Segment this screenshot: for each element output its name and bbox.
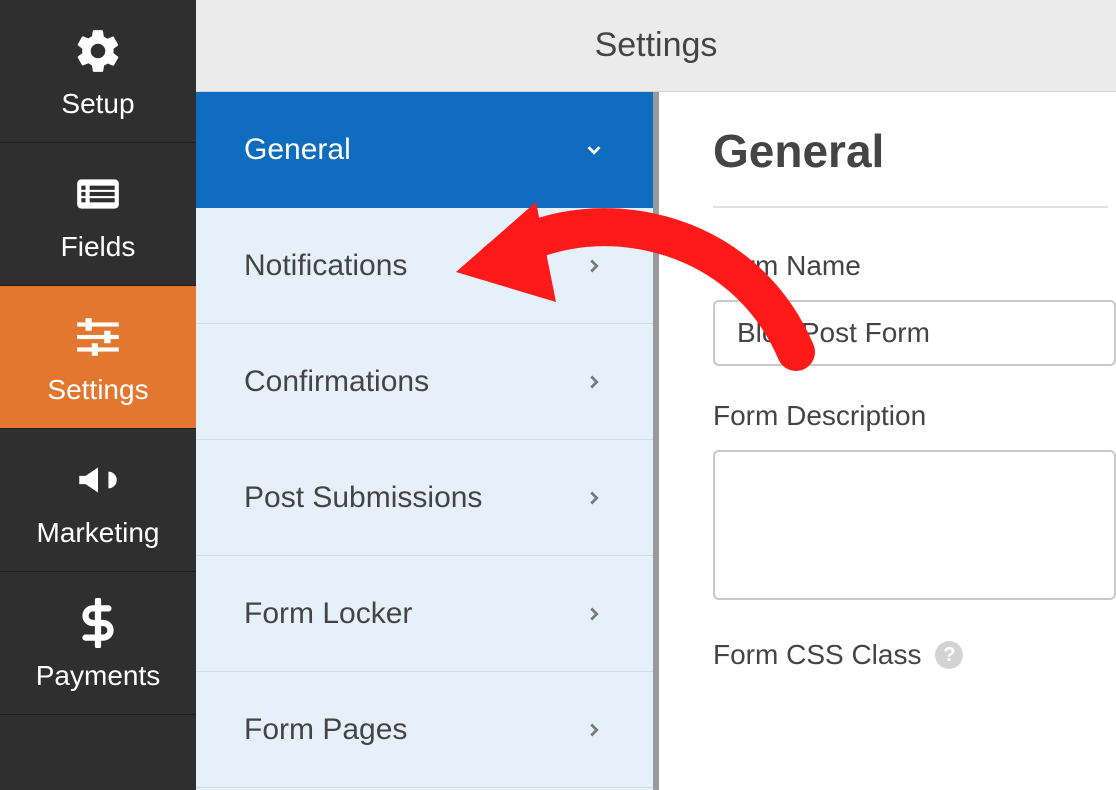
settings-submenu: General Notifications Confirmations [196, 92, 659, 790]
submenu-label: General [244, 133, 351, 167]
bullhorn-icon [73, 455, 123, 505]
nav-label: Payments [36, 660, 161, 692]
nav-item-payments[interactable]: Payments [0, 572, 196, 715]
form-description-input[interactable] [713, 450, 1116, 600]
submenu-item-post-submissions[interactable]: Post Submissions [196, 440, 653, 556]
page-title: Settings [595, 26, 718, 65]
submenu-label: Notifications [244, 249, 407, 283]
chevron-right-icon [583, 719, 605, 741]
nav-item-settings[interactable]: Settings [0, 286, 196, 429]
nav-item-fields[interactable]: Fields [0, 143, 196, 286]
gear-icon [73, 26, 123, 76]
form-description-label: Form Description [713, 400, 1116, 432]
nav-label: Setup [61, 88, 134, 120]
nav-item-marketing[interactable]: Marketing [0, 429, 196, 572]
nav-label: Settings [47, 374, 148, 406]
section-title: General [713, 124, 1116, 178]
submenu-item-form-pages[interactable]: Form Pages [196, 672, 653, 788]
submenu-item-form-locker[interactable]: Form Locker [196, 556, 653, 672]
chevron-down-icon [583, 139, 605, 161]
form-name-input[interactable] [713, 300, 1116, 366]
submenu-label: Confirmations [244, 365, 429, 399]
form-name-label: Form Name [713, 250, 1116, 282]
submenu-item-notifications[interactable]: Notifications [196, 208, 653, 324]
submenu-item-general[interactable]: General [196, 92, 653, 208]
submenu-label: Post Submissions [244, 481, 482, 515]
submenu-item-confirmations[interactable]: Confirmations [196, 324, 653, 440]
content-panel: General Form Name Form Description Form … [659, 92, 1116, 790]
sliders-icon [73, 312, 123, 362]
chevron-right-icon [583, 255, 605, 277]
nav-item-setup[interactable]: Setup [0, 0, 196, 143]
nav-label: Fields [61, 231, 136, 263]
dollar-icon [73, 598, 123, 648]
divider [713, 206, 1108, 208]
sidebar-nav: Setup Fields Settings Marketing Payments [0, 0, 196, 790]
help-icon[interactable]: ? [935, 641, 963, 669]
form-css-label: Form CSS Class [713, 639, 921, 671]
chevron-right-icon [583, 371, 605, 393]
list-icon [73, 169, 123, 219]
nav-label: Marketing [37, 517, 160, 549]
chevron-right-icon [583, 603, 605, 625]
submenu-label: Form Pages [244, 713, 407, 747]
chevron-right-icon [583, 487, 605, 509]
submenu-label: Form Locker [244, 597, 412, 631]
topbar: Settings [196, 0, 1116, 92]
